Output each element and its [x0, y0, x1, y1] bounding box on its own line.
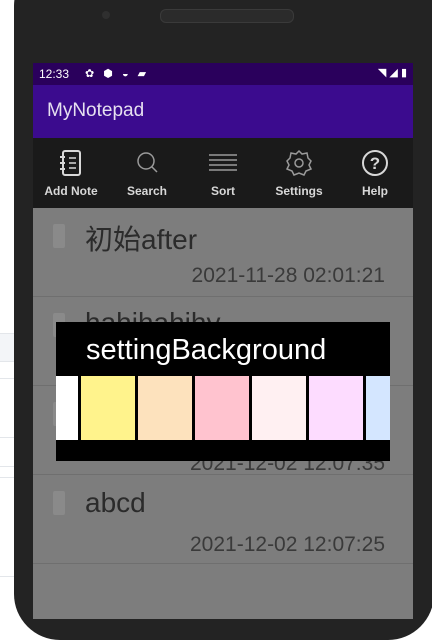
color-swatch-light-blue[interactable]: [366, 376, 390, 440]
add-note-label: Add Note: [44, 184, 98, 198]
dialog-footer: [56, 440, 390, 461]
help-button[interactable]: ? Help: [340, 138, 410, 208]
status-right-icons: ◥ ◢ ▮: [378, 66, 407, 79]
search-label: Search: [126, 184, 168, 198]
note-time: 2021-12-02 12:07:25: [190, 533, 385, 556]
camera: [102, 11, 110, 19]
app-title: MyNotepad: [47, 100, 145, 121]
sort-icon: [209, 154, 237, 171]
help-label: Help: [361, 184, 388, 198]
color-swatch-pink[interactable]: [195, 376, 249, 440]
gear-icon: ✿: [85, 68, 98, 80]
app-bar: MyNotepad: [33, 85, 413, 138]
wifi-icon: ◒: [121, 68, 132, 80]
add-note-button[interactable]: Add Note: [36, 138, 106, 208]
settings-button[interactable]: Settings: [264, 138, 334, 208]
sort-button[interactable]: Sort: [188, 138, 258, 208]
settings-label: Settings: [275, 184, 323, 198]
wifi-signal-icon: ◥: [377, 67, 387, 79]
search-button[interactable]: Search: [112, 138, 182, 208]
color-swatch-row[interactable]: [56, 376, 390, 440]
battery-icon: ▮: [400, 67, 407, 79]
note-time: 2021-11-28 02:01:21: [191, 264, 385, 287]
note-title: 初始after: [85, 224, 198, 255]
note-icon: [53, 491, 65, 515]
color-swatch-peach[interactable]: [138, 376, 192, 440]
dialog-title: settingBackground: [86, 334, 327, 366]
svg-text:?: ?: [370, 154, 380, 173]
shield-icon: ⬢: [103, 68, 116, 80]
note-item[interactable]: abcd 2021-12-02 12:07:25: [33, 475, 413, 564]
sort-label: Sort: [211, 184, 235, 198]
notebook-icon: [60, 150, 81, 176]
toolbar: Add Note Search Sort Settings ? Help: [33, 138, 413, 208]
speaker-grille: [160, 9, 294, 23]
note-title: abcd: [85, 487, 146, 518]
gear-icon: [285, 149, 313, 176]
color-swatch-yellow[interactable]: [81, 376, 135, 440]
note-item[interactable]: 初始after 2021-11-28 02:01:21: [33, 208, 413, 297]
cell-signal-icon: ◢: [389, 67, 398, 79]
help-icon: ?: [362, 150, 388, 176]
status-bar: 12:33 ✿ ⬢ ◒ ▰ ◥ ◢ ▮: [33, 63, 413, 85]
color-swatch-light-pink[interactable]: [252, 376, 306, 440]
status-time: 12:33: [39, 67, 70, 81]
color-swatch-lavender[interactable]: [309, 376, 363, 440]
sdcard-icon: ▰: [137, 68, 150, 80]
color-swatch-white[interactable]: [56, 376, 78, 440]
background-dialog: settingBackground: [56, 322, 390, 461]
search-icon: [137, 152, 158, 173]
status-icons: ✿ ⬢ ◒ ▰: [85, 67, 149, 80]
note-icon: [53, 224, 65, 248]
